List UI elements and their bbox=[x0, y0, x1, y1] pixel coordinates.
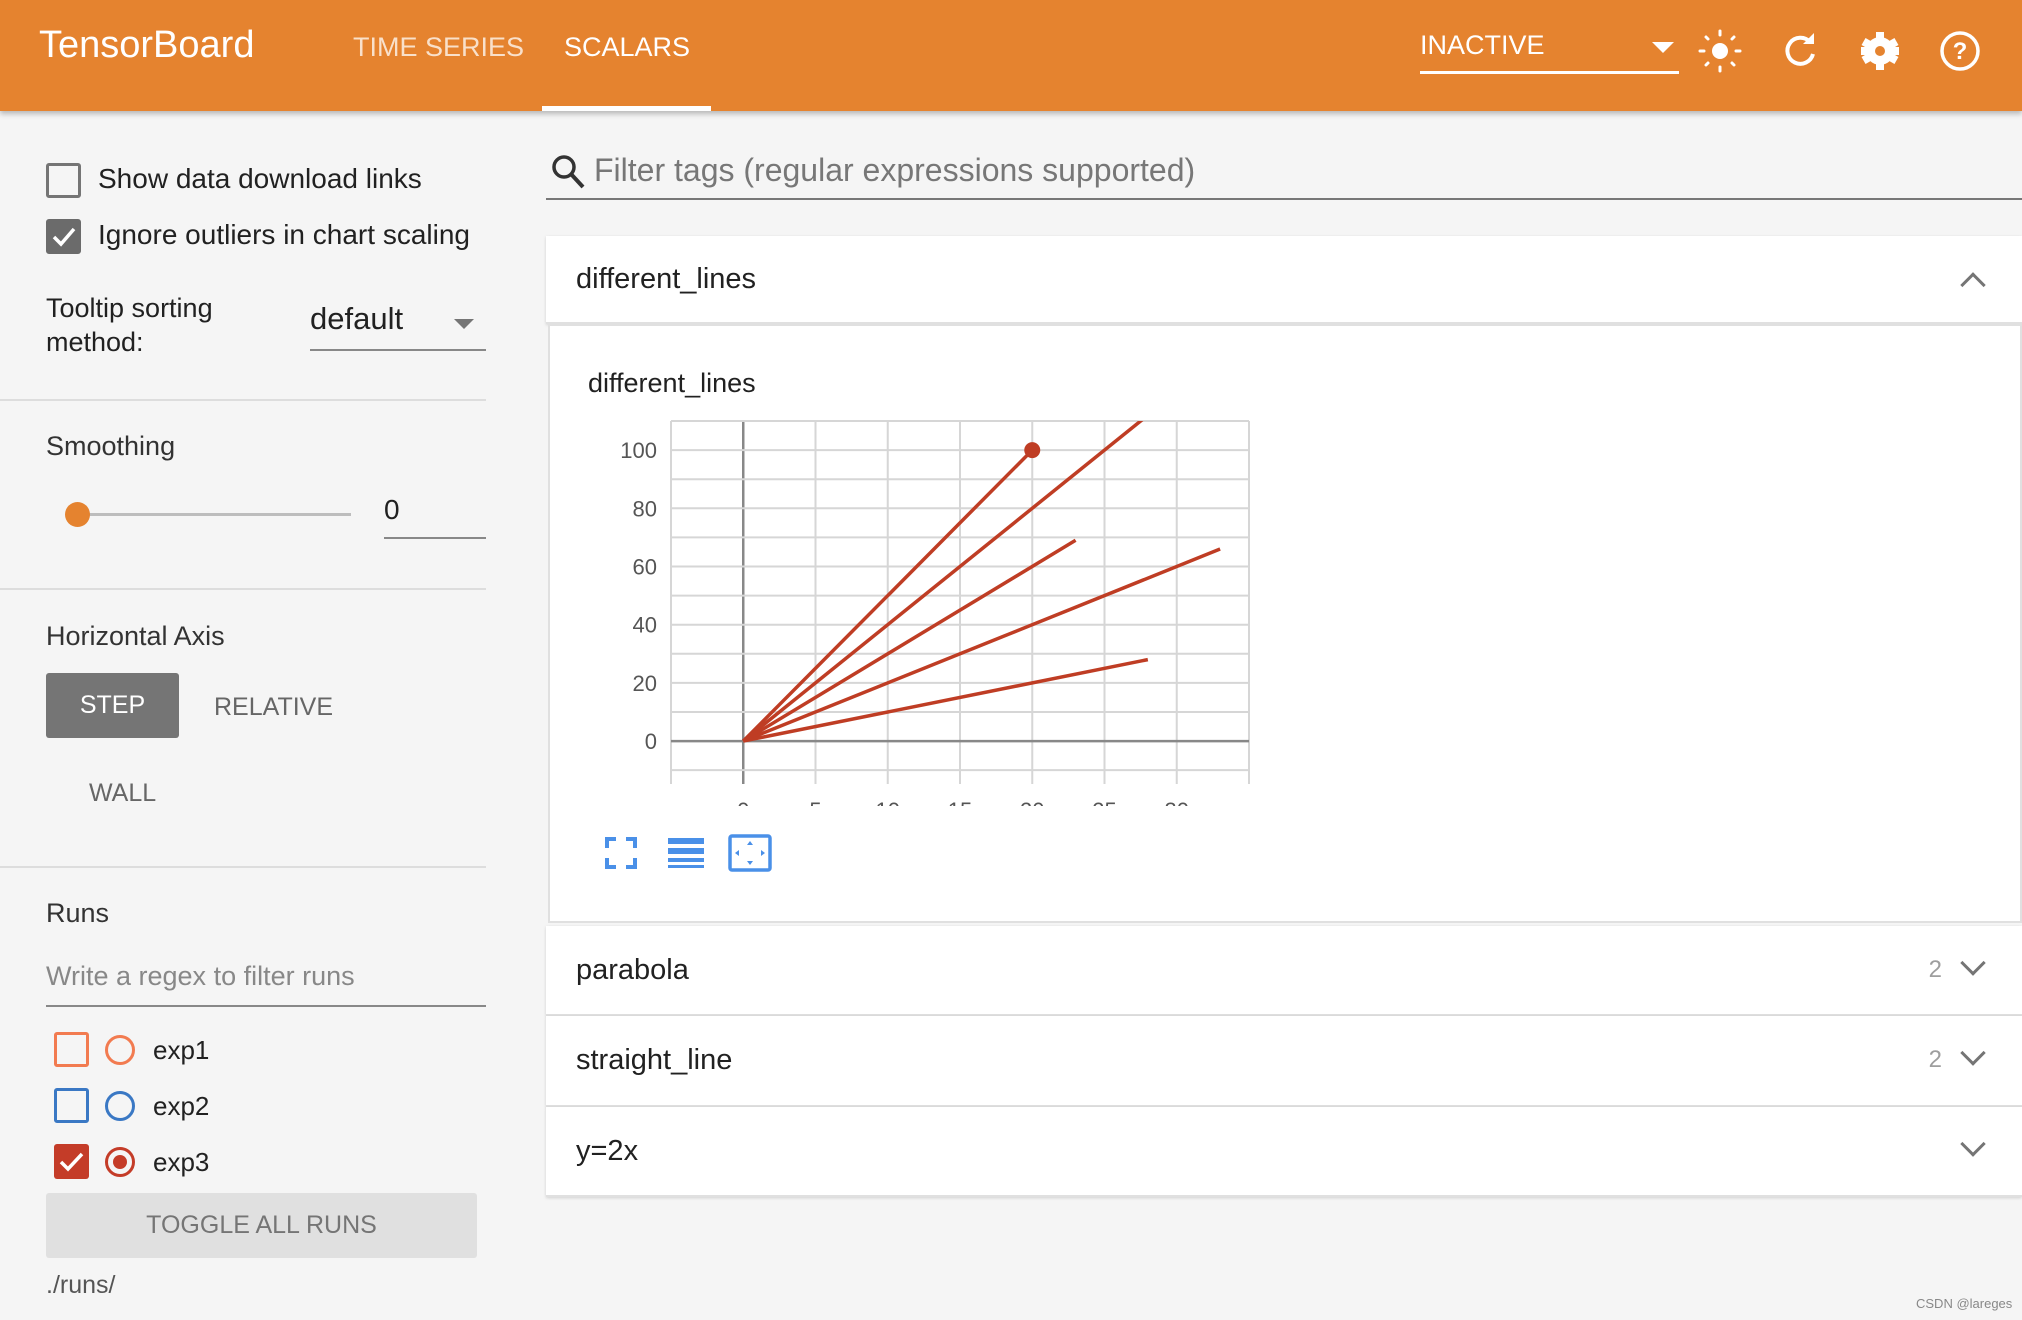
tag-filter-input[interactable]: Filter tags (regular expressions support… bbox=[546, 152, 2022, 200]
y-tick-label: 100 bbox=[620, 438, 657, 463]
smoothing-input[interactable]: 0 bbox=[384, 494, 486, 539]
logdir-label: ./runs/ bbox=[46, 1271, 116, 1299]
active-tab-indicator bbox=[542, 106, 711, 111]
checkmark-icon bbox=[59, 1152, 84, 1172]
card-count: 2 bbox=[1928, 1046, 1942, 1073]
help-icon[interactable]: ? bbox=[1937, 28, 1983, 74]
axis-relative-button[interactable]: RELATIVE bbox=[214, 693, 333, 722]
ignore-outliers-label: Ignore outliers in chart scaling bbox=[98, 219, 470, 250]
run-label-exp3: exp3 bbox=[153, 1147, 210, 1177]
x-tick-label: 20 bbox=[1020, 798, 1044, 806]
card-title: different_lines bbox=[576, 263, 757, 295]
divider bbox=[0, 866, 486, 868]
app-logo: TensorBoard bbox=[39, 24, 255, 66]
tab-time-series[interactable]: TIME SERIES bbox=[353, 32, 524, 63]
toggle-log-scale-icon[interactable] bbox=[666, 836, 706, 870]
card-title: straight_line bbox=[576, 1044, 733, 1076]
runs-filter-input[interactable]: Write a regex to filter runs bbox=[46, 961, 486, 1007]
runs-label: Runs bbox=[46, 898, 110, 928]
y-tick-label: 80 bbox=[633, 496, 657, 521]
tooltip-sorting-label-2: method: bbox=[46, 327, 144, 357]
chevron-down-icon[interactable] bbox=[1960, 950, 1986, 976]
settings-icon[interactable] bbox=[1857, 28, 1903, 74]
ignore-outliers-checkbox[interactable] bbox=[46, 219, 81, 254]
card-title: parabola bbox=[576, 954, 689, 986]
run-checkbox-exp2[interactable] bbox=[54, 1088, 89, 1123]
checkmark-icon bbox=[52, 227, 76, 247]
tooltip-sorting-label: Tooltip sorting bbox=[46, 293, 213, 323]
y-tick-label: 40 bbox=[633, 613, 657, 638]
divider bbox=[0, 588, 486, 590]
series-line-2 bbox=[742, 421, 1144, 743]
run-label-exp2: exp2 bbox=[153, 1091, 210, 1121]
run-radio-exp1[interactable] bbox=[105, 1035, 135, 1065]
x-tick-label: 15 bbox=[948, 798, 972, 806]
series-line-5 bbox=[742, 657, 1149, 743]
dropdown-arrow-icon[interactable] bbox=[1652, 42, 1674, 53]
card-title: y=2x bbox=[576, 1135, 639, 1167]
y-tick-label: 60 bbox=[633, 554, 657, 579]
y-tick-label: 0 bbox=[645, 729, 657, 754]
chevron-up-icon[interactable] bbox=[1960, 272, 1986, 298]
card-body-different-lines: different_lines 051015202530020406080100 bbox=[548, 324, 2022, 923]
plugin-select-underline bbox=[1420, 71, 1679, 74]
show-download-links-checkbox[interactable] bbox=[46, 163, 81, 198]
run-radio-exp3[interactable] bbox=[105, 1147, 135, 1177]
show-download-links-label: Show data download links bbox=[98, 163, 422, 194]
y-tick-label: 20 bbox=[633, 671, 657, 696]
smoothing-label: Smoothing bbox=[46, 431, 176, 461]
tooltip-sorting-value: default bbox=[310, 301, 404, 336]
run-checkbox-exp3[interactable] bbox=[54, 1144, 89, 1179]
brightness-icon[interactable] bbox=[1697, 28, 1743, 74]
x-tick-label: 10 bbox=[876, 798, 900, 806]
series-line-3 bbox=[742, 538, 1077, 743]
horizontal-axis-label: Horizontal Axis bbox=[46, 621, 225, 651]
tab-scalars[interactable]: SCALARS bbox=[564, 32, 690, 63]
fullscreen-icon[interactable] bbox=[604, 836, 638, 870]
tooltip-sorting-select[interactable]: default bbox=[310, 301, 486, 351]
card-header-parabola[interactable]: parabola 2 bbox=[546, 926, 2022, 1016]
x-tick-label: 0 bbox=[737, 798, 749, 806]
sidebar: Show data download links Ignore outliers… bbox=[0, 111, 486, 1320]
smoothing-slider[interactable] bbox=[77, 513, 351, 516]
axis-step-button[interactable]: STEP bbox=[46, 673, 179, 738]
chevron-down-icon[interactable] bbox=[1960, 1131, 1986, 1157]
run-label-exp1: exp1 bbox=[153, 1035, 210, 1065]
card-count: 2 bbox=[1928, 956, 1942, 983]
dropdown-arrow-icon bbox=[454, 319, 474, 329]
refresh-icon[interactable] bbox=[1777, 28, 1823, 74]
top-bar: TensorBoard TIME SERIES SCALARS INACTIVE… bbox=[0, 0, 2022, 111]
x-tick-label: 30 bbox=[1165, 798, 1189, 806]
watermark: CSDN @lareges bbox=[1916, 1296, 2013, 1311]
card-header-y-2x[interactable]: y=2x bbox=[546, 1107, 2022, 1197]
x-tick-label: 5 bbox=[809, 798, 821, 806]
run-radio-exp2[interactable] bbox=[105, 1091, 135, 1121]
plugin-select[interactable]: INACTIVE bbox=[1420, 30, 1545, 61]
chevron-down-icon[interactable] bbox=[1960, 1040, 1986, 1066]
fit-domain-icon[interactable] bbox=[728, 834, 772, 872]
toggle-all-runs-button[interactable]: TOGGLE ALL RUNS bbox=[46, 1193, 477, 1258]
run-checkbox-exp1[interactable] bbox=[54, 1032, 89, 1067]
card-header-different-lines[interactable]: different_lines bbox=[546, 236, 2022, 324]
smoothing-value: 0 bbox=[384, 494, 400, 525]
axis-wall-button[interactable]: WALL bbox=[89, 779, 156, 808]
smoothing-slider-thumb[interactable] bbox=[65, 502, 90, 527]
x-tick-label: 25 bbox=[1092, 798, 1116, 806]
line-chart[interactable]: 0 5 10 15 20 25 30 0 20 40 60 80 100 bbox=[550, 326, 1310, 806]
divider bbox=[0, 399, 486, 401]
svg-text:?: ? bbox=[1953, 38, 1968, 65]
highlight-point bbox=[1024, 442, 1041, 459]
card-header-straight-line[interactable]: straight_line 2 bbox=[546, 1016, 2022, 1107]
